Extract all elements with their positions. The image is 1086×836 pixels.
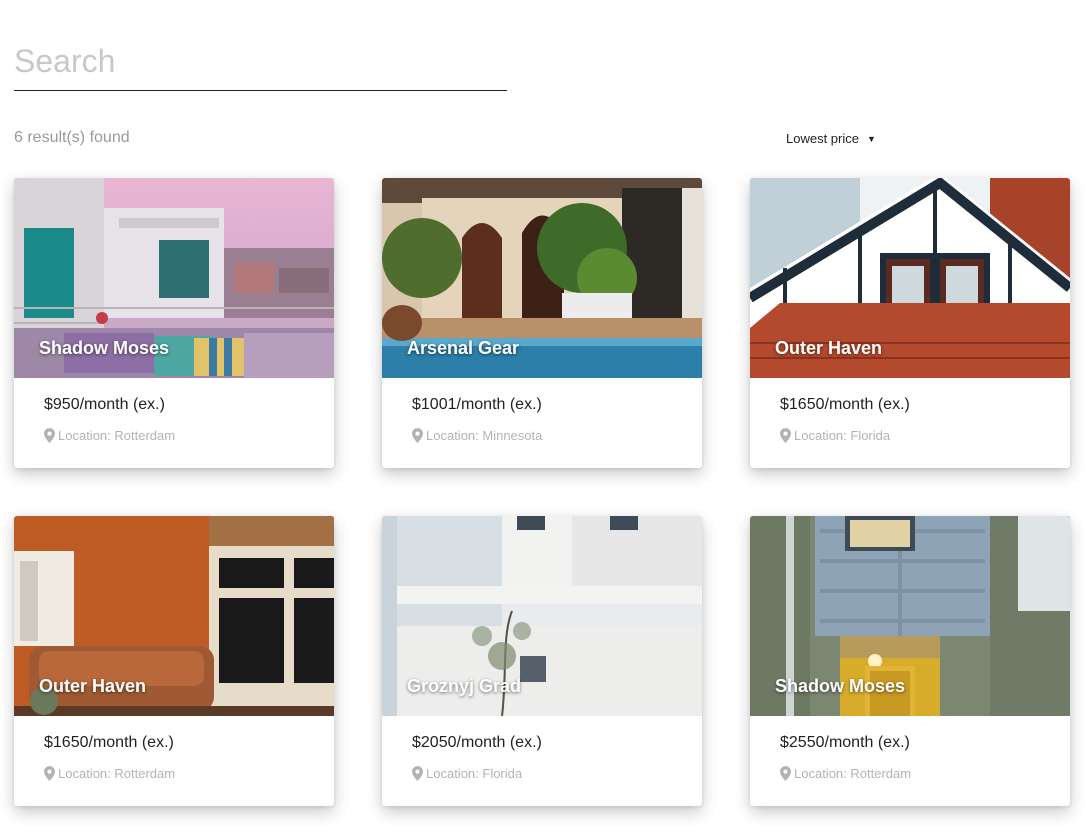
listing-price: $1650/month (ex.) — [44, 734, 174, 751]
listing-location-text: Location: Rotterdam — [794, 766, 912, 781]
map-pin-icon — [412, 428, 423, 443]
listing-photo: Shadow Moses — [14, 178, 334, 378]
listing-location: Location: Rotterdam — [44, 428, 175, 443]
listing-photo: Outer Haven — [750, 178, 1070, 378]
listing-location-text: Location: Rotterdam — [58, 428, 176, 443]
sort-dropdown[interactable]: Lowest price ▼ — [786, 131, 876, 146]
listing-title: Groznyj Grad — [407, 676, 522, 696]
listing-photo: Shadow Moses — [750, 516, 1070, 716]
listing-price: $1001/month (ex.) — [412, 396, 542, 413]
search-input[interactable] — [14, 38, 507, 90]
listing-card[interactable]: Shadow Moses $2550/month (ex.) Location:… — [750, 516, 1070, 806]
listing-location: Location: Rotterdam — [780, 766, 911, 781]
listing-price: $2050/month (ex.) — [412, 734, 542, 751]
listing-title: Outer Haven — [39, 676, 147, 696]
sort-selected-label: Lowest price — [786, 131, 859, 146]
listing-title: Shadow Moses — [39, 338, 170, 358]
listing-photo: Arsenal Gear — [382, 178, 702, 378]
map-pin-icon — [44, 428, 55, 443]
listing-price: $950/month (ex.) — [44, 396, 165, 413]
listing-photo: Groznyj Grad — [382, 516, 702, 716]
listing-card[interactable]: Outer Haven $1650/month (ex.) Location: … — [14, 516, 334, 806]
listing-location: Location: Florida — [780, 428, 890, 443]
listing-photo: Outer Haven — [14, 516, 334, 716]
listing-location-text: Location: Florida — [794, 428, 891, 443]
listing-location: Location: Minnesota — [412, 428, 542, 443]
map-pin-icon — [44, 766, 55, 781]
map-pin-icon — [412, 766, 423, 781]
listing-card[interactable]: Groznyj Grad $2050/month (ex.) Location:… — [382, 516, 702, 806]
listing-title: Shadow Moses — [775, 676, 906, 696]
map-pin-icon — [780, 766, 791, 781]
listing-card[interactable]: Arsenal Gear $1001/month (ex.) Location:… — [382, 178, 702, 468]
listing-card[interactable]: Shadow Moses $950/month (ex.) Location: … — [14, 178, 334, 468]
listing-card[interactable]: Outer Haven $1650/month (ex.) Location: … — [750, 178, 1070, 468]
listing-location-text: Location: Florida — [426, 766, 523, 781]
result-count: 6 result(s) found — [14, 129, 130, 146]
caret-down-icon: ▼ — [866, 133, 876, 144]
listing-price: $2550/month (ex.) — [780, 734, 910, 751]
listing-location-text: Location: Rotterdam — [58, 766, 176, 781]
map-pin-icon — [780, 428, 791, 443]
listing-price: $1650/month (ex.) — [780, 396, 910, 413]
listing-title: Arsenal Gear — [407, 338, 520, 358]
listing-location: Location: Florida — [412, 766, 522, 781]
listing-title: Outer Haven — [775, 338, 883, 358]
search-bar — [14, 38, 507, 91]
listing-location: Location: Rotterdam — [44, 766, 175, 781]
listing-location-text: Location: Minnesota — [426, 428, 543, 443]
